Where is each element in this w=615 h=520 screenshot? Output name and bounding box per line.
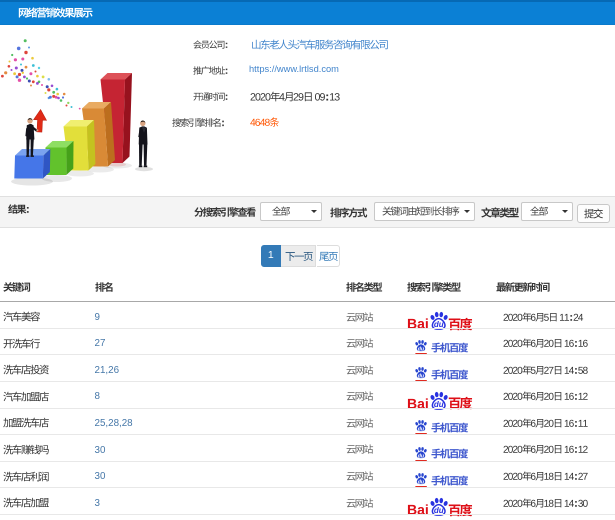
svg-text:du: du [417,480,424,486]
svg-text:du: du [417,347,424,353]
svg-text:du: du [417,374,424,380]
svg-text:du: du [417,427,424,433]
svg-text:du: du [417,453,424,459]
